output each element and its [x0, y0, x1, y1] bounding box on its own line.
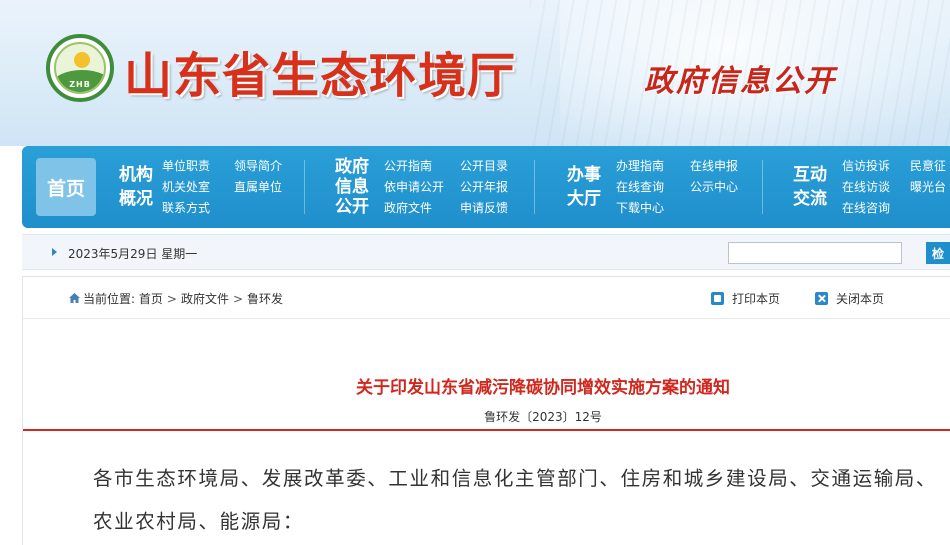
nav-link-affiliates[interactable]: 直属单位 [234, 180, 282, 194]
breadcrumb-prefix: 当前位置: [83, 292, 136, 306]
print-page-label: 打印本页 [732, 292, 781, 306]
nav-link-online-query[interactable]: 在线查询 [616, 180, 664, 194]
nav-link-apply[interactable]: 依申请公开 [384, 180, 444, 194]
breadcrumb-item-gov-docs[interactable]: 政府文件 [181, 290, 229, 307]
arrow-right-icon [52, 248, 57, 256]
breadcrumb: 当前位置: 首页 > 政府文件 > 鲁环发 [83, 290, 283, 307]
close-page-label: 关闭本页 [836, 292, 885, 306]
nav-divider [534, 160, 535, 214]
logo-text: ZHB [69, 80, 91, 89]
nav-link-download-center[interactable]: 下载中心 [616, 201, 664, 215]
search-button[interactable]: 检 [926, 242, 950, 264]
nav-link-contact[interactable]: 联系方式 [162, 201, 210, 215]
site-logo[interactable]: ZHB [46, 34, 114, 102]
nav-group-title[interactable]: 政府 信息 公开 [330, 156, 374, 218]
search-input[interactable] [728, 242, 902, 264]
nav-link-online-apply[interactable]: 在线申报 [690, 159, 738, 173]
nav-link-online-interview[interactable]: 在线访谈 [842, 180, 890, 194]
nav-link-annual-report[interactable]: 公开年报 [460, 180, 508, 194]
breadcrumb-bar: 当前位置: 首页 > 政府文件 > 鲁环发 打印本页 关闭本页 [23, 277, 950, 319]
nav-home-button[interactable]: 首页 [36, 158, 96, 216]
current-date: 2023年5月29日 星期一 [68, 247, 198, 261]
nav-divider [304, 160, 305, 214]
print-icon [711, 292, 724, 305]
date-bar: 2023年5月29日 星期一 检 [22, 234, 950, 270]
nav-link-departments[interactable]: 机关处室 [162, 180, 210, 194]
site-title[interactable]: 山东省生态环境厅 [124, 36, 516, 106]
site-subtitle: 政府信息公开 [644, 64, 836, 99]
nav-divider [762, 160, 763, 214]
close-icon [815, 292, 828, 305]
nav-link-unit-duties[interactable]: 单位职责 [162, 159, 210, 173]
nav-link-guide[interactable]: 公开指南 [384, 159, 432, 173]
logo-emblem-icon: ZHB [54, 42, 106, 94]
document-number: 鲁环发〔2023〕12号 [484, 410, 602, 424]
nav-link-complaints[interactable]: 信访投诉 [842, 159, 890, 173]
document-title: 关于印发山东省减污降碳协同增效实施方案的通知 [356, 378, 730, 398]
home-icon [69, 293, 80, 303]
nav-group-title[interactable]: 办事 大厅 [562, 156, 606, 218]
breadcrumb-item-luhuanfa[interactable]: 鲁环发 [247, 290, 283, 307]
print-page-button[interactable]: 打印本页 [711, 290, 780, 307]
breadcrumb-item-home[interactable]: 首页 [139, 290, 163, 307]
breadcrumb-separator: > [166, 292, 177, 306]
nav-group-title[interactable]: 机构 概况 [114, 156, 158, 218]
content-panel: 当前位置: 首页 > 政府文件 > 鲁环发 打印本页 关闭本页 关于印发山东省减污降碳协… [22, 276, 950, 545]
nav-link-feedback[interactable]: 申请反馈 [460, 201, 508, 215]
nav-link-gov-docs[interactable]: 政府文件 [384, 201, 432, 215]
main-nav: 首页 机构 概况 单位职责 领导简介 机关处室 直属单位 联系方式 政府 信息 … [22, 146, 950, 228]
nav-link-handling-guide[interactable]: 办理指南 [616, 159, 664, 173]
nav-link-opinion-poll[interactable]: 民意征 [910, 159, 946, 173]
nav-link-catalog[interactable]: 公开目录 [460, 159, 508, 173]
nav-link-exposure[interactable]: 曝光台 [910, 180, 946, 194]
document-body: 各市生态环境局、发展改革委、工业和信息化主管部门、住房和城乡建设局、交通运输局、… [93, 467, 938, 533]
nav-link-online-consult[interactable]: 在线咨询 [842, 201, 890, 215]
sun-icon [74, 52, 90, 68]
nav-link-leaders[interactable]: 领导简介 [234, 159, 282, 173]
header-banner: ZHB 山东省生态环境厅 政府信息公开 [0, 0, 950, 146]
nav-link-notice-center[interactable]: 公示中心 [690, 180, 738, 194]
title-divider [23, 429, 950, 431]
nav-group-title[interactable]: 互动 交流 [788, 156, 832, 218]
breadcrumb-separator: > [232, 292, 244, 306]
close-page-button[interactable]: 关闭本页 [815, 290, 884, 307]
